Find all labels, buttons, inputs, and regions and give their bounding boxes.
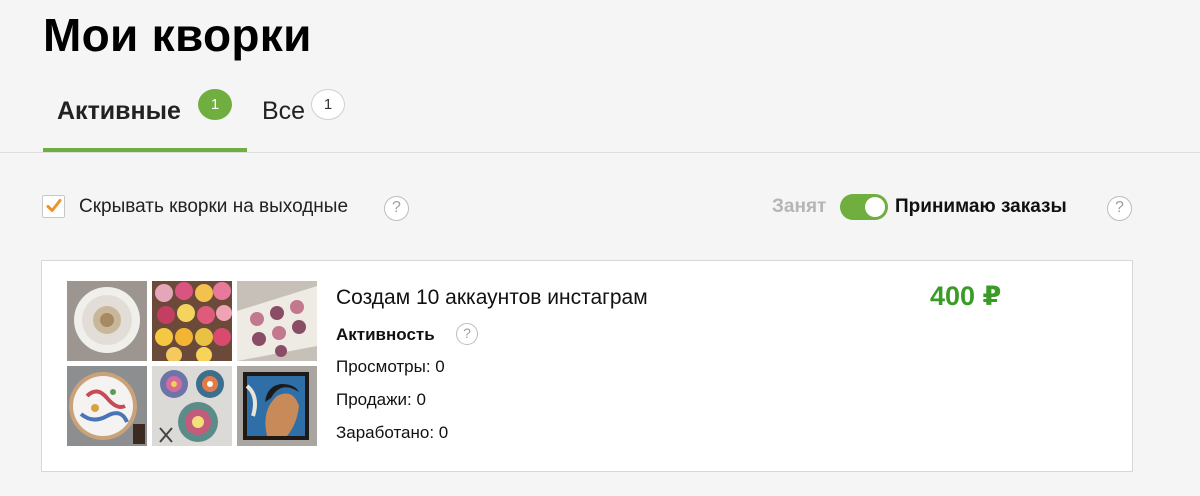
views-stat: Просмотры: 0: [336, 357, 445, 376]
thumbnail-portrait-painting: [237, 366, 317, 446]
earned-stat: Заработано: 0: [336, 423, 449, 442]
hide-weekends-help-icon[interactable]: ?: [384, 196, 409, 221]
thumbnail-grid[interactable]: [67, 281, 319, 451]
tab-active[interactable]: Активные 1: [43, 80, 247, 152]
toggle-knob: [865, 197, 885, 217]
thumbnail-embroidery-hoop: [67, 366, 147, 446]
accepting-orders-label: Принимаю заказы: [895, 196, 1067, 217]
tab-all-count-badge: 1: [311, 89, 345, 120]
availability-toggle[interactable]: [840, 194, 888, 220]
thumbnail-crochet-blanket: [237, 281, 317, 361]
thumbnail-feather-wreath: [67, 281, 147, 361]
activity-label: Активность: [336, 325, 435, 344]
thumbnail-flower-cupcakes: [152, 281, 232, 361]
tab-all[interactable]: Все 1: [262, 80, 362, 152]
checkmark-icon: [46, 199, 62, 212]
kwork-card: Создам 10 аккаунтов инстаграм 400 ₽ Акти…: [41, 260, 1133, 472]
tab-all-label: Все: [262, 97, 306, 125]
availability-help-icon[interactable]: ?: [1107, 196, 1132, 221]
tab-active-label: Активные: [57, 97, 181, 125]
page-title: Мои кворки: [43, 9, 312, 61]
kwork-price: 400 ₽: [930, 281, 1002, 311]
sales-stat: Продажи: 0: [336, 390, 426, 409]
options-row: Скрывать кворки на выходные ? Занят Прин…: [0, 188, 1200, 228]
thumbnail-mandala-stones: [152, 366, 232, 446]
kwork-title-link[interactable]: Создам 10 аккаунтов инстаграм: [336, 286, 648, 310]
tab-active-count-badge: 1: [198, 89, 232, 120]
activity-help-icon[interactable]: ?: [456, 323, 478, 345]
tabs-bar: Активные 1 Все 1: [0, 80, 1200, 153]
busy-label: Занят: [772, 196, 827, 217]
hide-weekends-checkbox[interactable]: [42, 195, 65, 218]
hide-weekends-label: Скрывать кворки на выходные: [79, 196, 349, 217]
